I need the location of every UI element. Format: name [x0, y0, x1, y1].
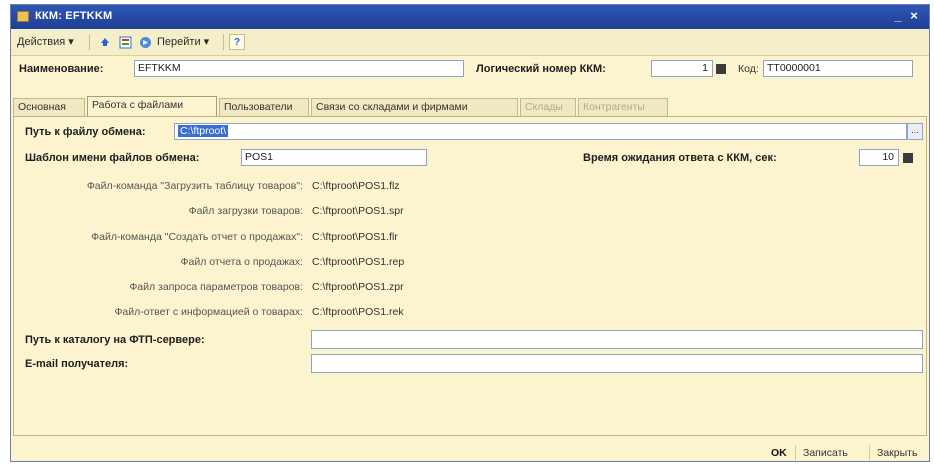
window-title: ККМ: EFTKKM: [35, 10, 113, 22]
file-row-label: Файл-команда "Загрузить таблицу товаров"…: [86, 180, 303, 192]
tab-counterparties[interactable]: Контрагенты: [578, 98, 668, 116]
file-row-value: C:\ftproot\POS1.flz: [312, 180, 400, 192]
tab-warehouse-links[interactable]: Связи со складами и фирмами: [311, 98, 518, 116]
dropdown-arrow-icon: ▾: [68, 36, 74, 48]
close-window-button[interactable]: ×: [907, 9, 921, 23]
document-structure-button[interactable]: [117, 34, 133, 50]
code-field[interactable]: ТТ0000001: [763, 60, 913, 77]
file-row-value: C:\ftproot\POS1.spr: [312, 205, 404, 217]
go-to-button[interactable]: [137, 34, 153, 50]
timeout-label: Время ожидания ответа с ККМ, сек:: [583, 152, 777, 164]
tab-strip: Основная Работа с файлами Пользователи С…: [11, 96, 929, 116]
file-row-value: C:\ftproot\POS1.rep: [312, 256, 405, 268]
toolbar: Действия ▾ Перейти ▾ ?: [11, 29, 929, 56]
save-button[interactable]: Записать: [803, 445, 848, 461]
up-arrow-icon: [101, 38, 109, 46]
name-field[interactable]: EFTKKM: [134, 60, 464, 77]
tab-users[interactable]: Пользователи: [219, 98, 309, 116]
ok-button[interactable]: OK: [771, 445, 787, 461]
help-button[interactable]: ?: [229, 34, 245, 50]
toolbar-separator: [89, 34, 90, 50]
close-button[interactable]: Закрыть: [877, 445, 917, 461]
files-tab-panel: [13, 116, 927, 436]
logical-number-label: Логический номер ККМ:: [476, 63, 606, 75]
actions-menu[interactable]: Действия ▾: [17, 35, 74, 48]
timeout-field[interactable]: 10: [859, 149, 899, 166]
file-row-label: Файл запроса параметров товаров:: [129, 281, 303, 293]
go-to-menu[interactable]: Перейти ▾: [157, 35, 209, 48]
exchange-path-field[interactable]: C:\ftproot\: [174, 123, 907, 140]
template-field[interactable]: POS1: [241, 149, 427, 166]
file-row-label: Файл-команда "Создать отчет о продажах":: [91, 231, 303, 243]
template-label: Шаблон имени файлов обмена:: [25, 152, 200, 164]
ftp-path-field[interactable]: [311, 330, 923, 349]
file-row-label: Файл загрузки товаров:: [188, 205, 303, 217]
toolbar-separator: [223, 34, 224, 50]
up-arrow-button[interactable]: [97, 34, 113, 50]
document-window: ККМ: EFTKKM _ × Действия ▾ Перейти ▾ ? Н…: [10, 4, 930, 462]
exchange-path-value: C:\ftproot\: [178, 125, 229, 137]
dropdown-arrow-icon: ▾: [203, 36, 210, 48]
title-bar[interactable]: ККМ: EFTKKM _ ×: [11, 5, 929, 29]
email-label: E-mail получателя:: [25, 358, 129, 370]
file-row-value: C:\ftproot\POS1.zpr: [312, 281, 404, 293]
ftp-path-label: Путь к каталогу на ФТП-сервере:: [25, 334, 205, 346]
tab-warehouses[interactable]: Склады: [520, 98, 576, 116]
help-icon: ?: [233, 36, 241, 48]
exchange-path-label: Путь к файлу обмена:: [25, 126, 146, 138]
file-row-label: Файл отчета о продажах:: [180, 256, 303, 268]
browse-button[interactable]: ...: [907, 123, 923, 140]
folder-icon: [17, 11, 29, 22]
file-row-value: C:\ftproot\POS1.flr: [312, 231, 398, 243]
tab-main[interactable]: Основная: [13, 98, 85, 116]
go-to-icon: [139, 36, 151, 48]
code-label: Код:: [738, 63, 759, 75]
tab-files[interactable]: Работа с файлами: [87, 96, 217, 116]
minimize-button[interactable]: _: [891, 9, 905, 23]
button-separator: [795, 445, 796, 461]
file-row-value: C:\ftproot\POS1.rek: [312, 306, 404, 318]
spin-button-icon[interactable]: [903, 153, 913, 163]
spin-button-icon[interactable]: [716, 64, 726, 74]
go-to-menu-label: Перейти: [157, 36, 201, 48]
button-separator: [869, 445, 870, 461]
name-label: Наименование:: [19, 63, 104, 75]
file-row-label: Файл-ответ с информацией о товарах:: [114, 306, 303, 318]
logical-number-field[interactable]: 1: [651, 60, 713, 77]
email-field[interactable]: [311, 354, 923, 373]
actions-menu-label: Действия: [17, 36, 66, 48]
structure-icon: [119, 36, 131, 48]
